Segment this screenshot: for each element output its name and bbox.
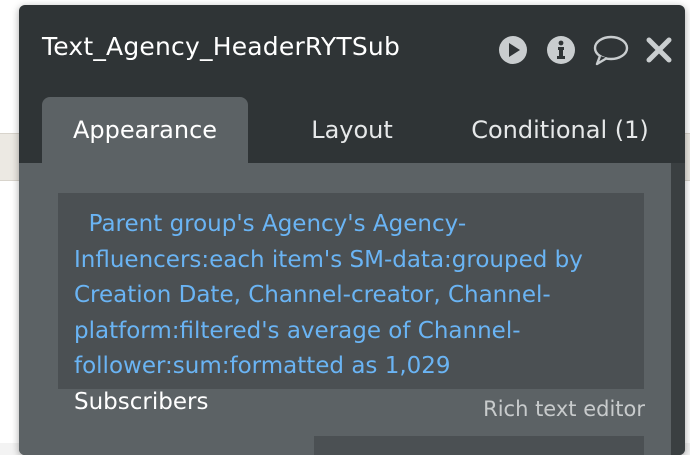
scrollbar[interactable] bbox=[671, 163, 685, 455]
element-name[interactable]: Text_Agency_HeaderRYTSub bbox=[42, 32, 400, 61]
next-property-field[interactable] bbox=[314, 436, 644, 455]
rich-text-editor-link[interactable]: Rich text editor bbox=[483, 397, 645, 421]
panel-tabs: Appearance Layout Conditional (1) bbox=[19, 97, 685, 163]
tab-conditional[interactable]: Conditional (1) bbox=[456, 97, 664, 163]
property-editor-panel: Text_Agency_HeaderRYTSub Appearance Layo… bbox=[19, 5, 685, 455]
info-circle-icon[interactable] bbox=[545, 34, 577, 66]
speech-bubble-icon[interactable] bbox=[592, 34, 630, 66]
tab-layout[interactable]: Layout bbox=[272, 97, 432, 163]
text-content-field[interactable]: Parent group's Agency's Agency-Influence… bbox=[58, 193, 644, 415]
panel-header[interactable]: Text_Agency_HeaderRYTSub bbox=[19, 5, 685, 91]
static-text: Subscribers bbox=[74, 388, 209, 415]
tab-appearance[interactable]: Appearance bbox=[42, 97, 248, 163]
play-circle-icon[interactable] bbox=[497, 34, 529, 66]
close-x-icon[interactable] bbox=[645, 34, 673, 66]
dynamic-expression[interactable]: Parent group's Agency's Agency-Influence… bbox=[74, 211, 590, 379]
